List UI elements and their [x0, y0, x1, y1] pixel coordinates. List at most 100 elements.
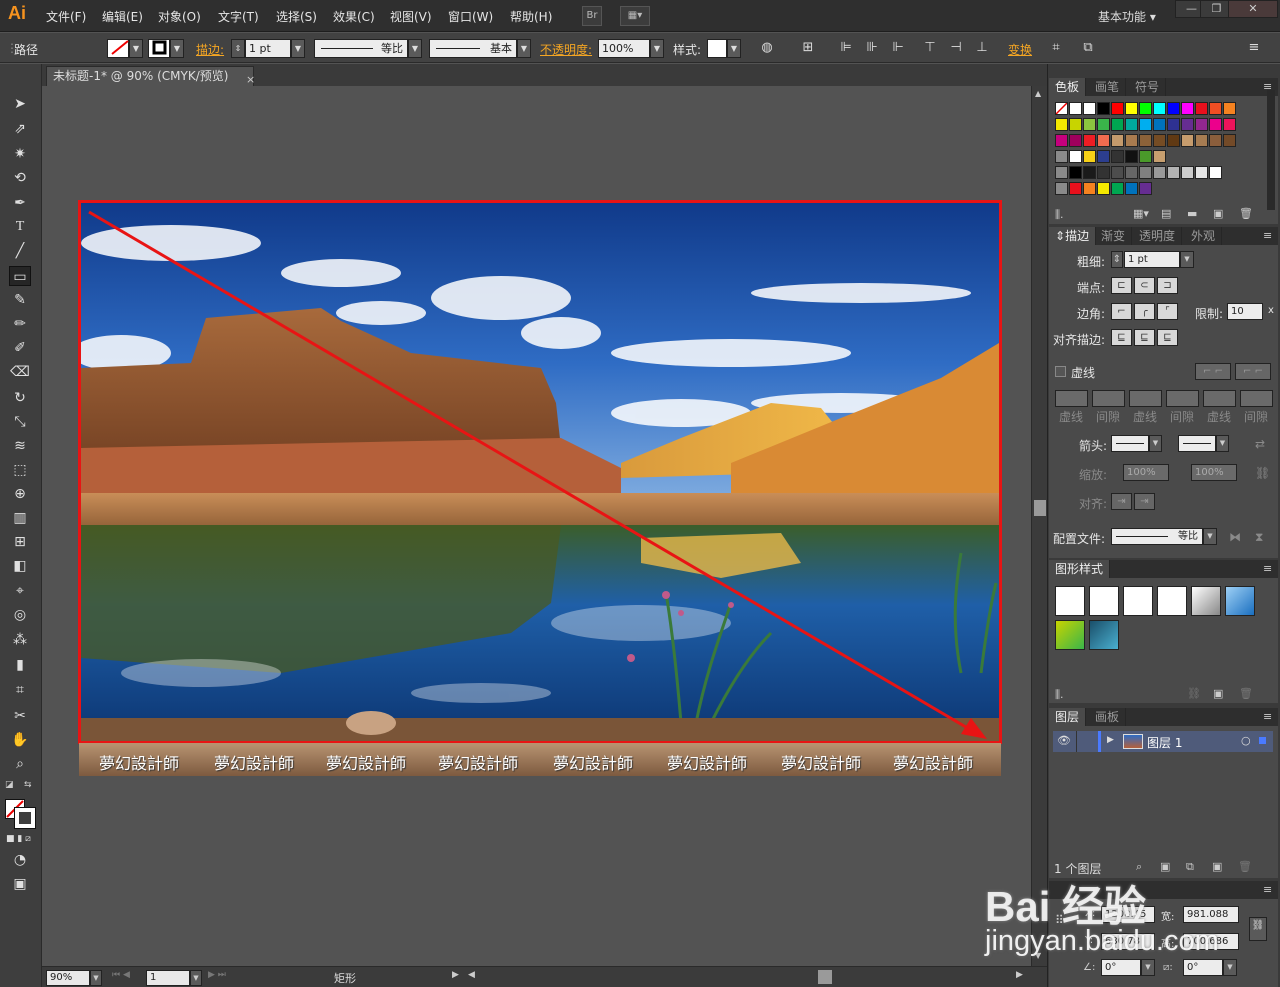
swatch-cell[interactable]	[1125, 102, 1138, 115]
perspective-grid-tool-icon[interactable]: ▥	[9, 508, 31, 528]
swatch-cell[interactable]	[1209, 134, 1222, 147]
swatch-cell[interactable]	[1069, 182, 1082, 195]
swatch-cell[interactable]	[1111, 166, 1124, 179]
swatch-cell[interactable]	[1083, 166, 1096, 179]
tab-brushes[interactable]: 画笔	[1089, 78, 1127, 96]
swatch-cell[interactable]	[1069, 118, 1082, 131]
butt-cap-icon[interactable]: ⊏	[1111, 277, 1132, 294]
swatch-cell[interactable]	[1097, 182, 1110, 195]
graphic-styles-panel-menu-icon[interactable]: ≡	[1263, 562, 1272, 575]
graphic-style-pattern-green[interactable]	[1055, 620, 1085, 650]
lasso-tool-icon[interactable]: ⟲	[9, 168, 31, 188]
graphic-style-default[interactable]	[1055, 586, 1085, 616]
dashed-line-checkbox[interactable]	[1055, 366, 1066, 377]
link-scale-icon[interactable]: ⛓	[1255, 466, 1270, 480]
menu-edit[interactable]: 编辑(E)	[102, 8, 143, 25]
stroke-weight-input[interactable]: 1 pt	[245, 39, 291, 58]
isolate-icon[interactable]: ⌗	[1048, 40, 1064, 56]
swatch-cell[interactable]	[1111, 182, 1124, 195]
tab-swatches[interactable]: 色板	[1049, 78, 1087, 96]
width-profile-dropdown[interactable]: ▼	[1203, 528, 1217, 545]
swatch-cell[interactable]	[1097, 150, 1110, 163]
blend-tool-icon[interactable]: ◎	[9, 605, 31, 625]
graphic-style-none[interactable]	[1089, 586, 1119, 616]
transform-panel-menu-icon[interactable]: ≡	[1263, 883, 1272, 896]
mesh-tool-icon[interactable]: ⊞	[9, 532, 31, 552]
w-input[interactable]: 981.088	[1183, 906, 1239, 923]
graphic-style-outline[interactable]	[1157, 586, 1187, 616]
make-clipping-mask-icon[interactable]: ▣	[1160, 860, 1170, 873]
color-mode-icons[interactable]: ■ ▮ ⧄	[6, 834, 31, 844]
tab-transparency[interactable]: 透明度	[1133, 227, 1183, 245]
swatch-cell[interactable]	[1111, 102, 1124, 115]
stroke-color-swatch[interactable]	[148, 39, 170, 58]
menu-type[interactable]: 文字(T)	[218, 8, 259, 25]
swatch-options-icon[interactable]: ▤	[1161, 207, 1171, 220]
swatch-cell[interactable]	[1139, 150, 1152, 163]
graphic-style-libraries-icon[interactable]: ⫼.	[1055, 688, 1064, 702]
fill-color-swatch[interactable]	[107, 39, 129, 58]
next-artboard-icon[interactable]: ▶ ⏭	[208, 970, 226, 980]
menu-object[interactable]: 对象(O)	[158, 8, 201, 25]
tab-symbols[interactable]: 符号	[1129, 78, 1167, 96]
swatch-cell[interactable]	[1083, 150, 1096, 163]
menu-effect[interactable]: 效果(C)	[333, 8, 375, 25]
swatch-cell[interactable]	[1097, 166, 1110, 179]
align-dash-icon[interactable]: ⌐ ⌐	[1235, 363, 1271, 380]
rotate-angle-input[interactable]: 0°	[1101, 959, 1141, 976]
start-scale-input[interactable]: 100%	[1123, 464, 1169, 481]
pencil-tool-icon[interactable]: ✏	[9, 314, 31, 334]
projecting-cap-icon[interactable]: ⊐	[1157, 277, 1178, 294]
artboard-number-input[interactable]: 1	[146, 970, 190, 986]
control-panel-menu-icon[interactable]: ≡	[1246, 40, 1262, 56]
swatch-cell[interactable]	[1139, 118, 1152, 131]
swatch-cell[interactable]	[1083, 102, 1096, 115]
fill-dropdown[interactable]: ▼	[129, 39, 143, 58]
swatch-libraries-icon[interactable]: ⫼.	[1055, 208, 1064, 222]
magic-wand-tool-icon[interactable]: ✷	[9, 144, 31, 164]
rotate-tool-icon[interactable]: ↻	[9, 388, 31, 408]
scale-tool-icon[interactable]: ⤡	[9, 412, 31, 432]
swatch-cell[interactable]	[1097, 118, 1110, 131]
swatch-cell[interactable]	[1153, 118, 1166, 131]
new-swatch-icon[interactable]: ▣	[1213, 207, 1223, 220]
swap-arrowheads-icon[interactable]: ⇄	[1255, 437, 1265, 451]
shear-angle-dropdown[interactable]: ▼	[1223, 959, 1237, 976]
arrange-icon[interactable]: ⧉	[1080, 40, 1096, 56]
tab-artboards[interactable]: 画板	[1089, 708, 1127, 726]
round-cap-icon[interactable]: ⊂	[1134, 277, 1155, 294]
layer-target-icon[interactable]: ○	[1241, 734, 1251, 747]
bridge-button[interactable]: Br	[582, 6, 602, 26]
swatch-cell[interactable]	[1125, 118, 1138, 131]
tab-appearance[interactable]: 外观	[1185, 227, 1223, 245]
align-bottom-icon[interactable]: ⊥	[974, 40, 990, 56]
stroke-weight-dropdown[interactable]: ▼	[291, 39, 305, 58]
stroke-proxy[interactable]	[14, 807, 36, 829]
weight-dropdown[interactable]: ▼	[1180, 251, 1194, 268]
swatch-cell[interactable]	[1111, 118, 1124, 131]
hand-tool-icon[interactable]: ✋	[9, 730, 31, 750]
swatch-cell[interactable]	[1139, 102, 1152, 115]
constrain-proportions-icon[interactable]: ⛓	[1249, 917, 1267, 941]
swatch-cell[interactable]	[1069, 134, 1082, 147]
layer-row[interactable]: 👁 ▶ 图层 1 ○	[1053, 731, 1273, 752]
scroll-left-icon[interactable]: ◀	[468, 970, 475, 980]
menu-file[interactable]: 文件(F)	[46, 8, 86, 25]
swatch-cell[interactable]	[1209, 166, 1222, 179]
swatch-cell[interactable]	[1097, 134, 1110, 147]
graphic-style-white[interactable]	[1123, 586, 1153, 616]
horizontal-scroll-thumb[interactable]	[818, 970, 832, 984]
start-arrowhead-dropdown[interactable]: ▼	[1149, 435, 1162, 452]
slice-tool-icon[interactable]: ✂	[9, 706, 31, 726]
flip-along-icon[interactable]: ⧓	[1229, 530, 1241, 544]
menu-select[interactable]: 选择(S)	[276, 8, 317, 25]
miter-join-icon[interactable]: ⌐	[1111, 303, 1132, 320]
pen-tool-icon[interactable]: ✒	[9, 193, 31, 213]
swatch-cell[interactable]	[1125, 182, 1138, 195]
swatch-cell[interactable]	[1097, 102, 1110, 115]
weight-input[interactable]: 1 pt	[1124, 251, 1180, 268]
zoom-dropdown[interactable]: ▼	[90, 970, 102, 986]
column-graph-tool-icon[interactable]: ▮	[9, 655, 31, 675]
rotate-angle-dropdown[interactable]: ▼	[1141, 959, 1155, 976]
tab-layers[interactable]: 图层	[1049, 708, 1087, 726]
